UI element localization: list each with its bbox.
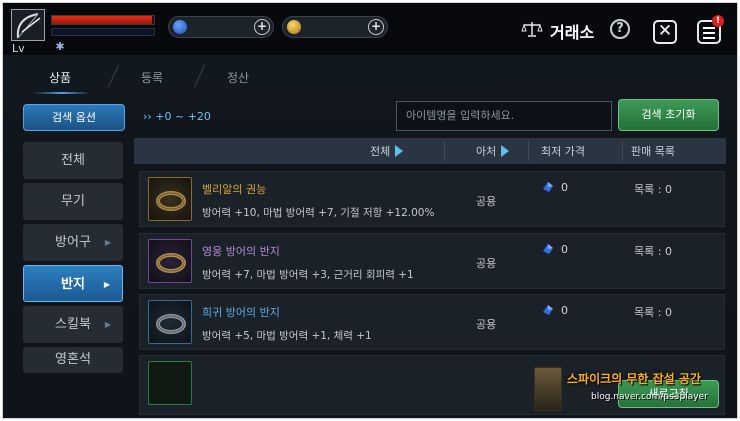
notification-badge: !: [712, 15, 724, 27]
expand-arrow-icon: ▶: [103, 280, 110, 289]
item-stats: 방어력 +7, 마법 방어력 +3, 근거리 회피력 +1: [202, 269, 414, 281]
item-name: 희귀 방어의 반지: [202, 306, 280, 319]
table-row[interactable]: 벨리알의 권능 방어력 +10, 마법 방어력 +7, 기절 저항 +12.00…: [139, 171, 725, 227]
character-portrait[interactable]: [11, 9, 45, 41]
watermark-photo: [534, 367, 562, 411]
close-button[interactable]: ✕: [653, 20, 677, 44]
expand-arrow-icon: ▶: [104, 238, 111, 247]
sort-arrow-icon: [395, 145, 404, 157]
item-slot: [148, 239, 192, 283]
hp-bar: [51, 15, 155, 25]
item-class: 공용: [476, 318, 497, 331]
item-slot: [148, 300, 192, 344]
blog-watermark: 스파이크의 무한 잡설 공간 blog.naver.com/ps3player: [534, 367, 734, 413]
header-divider: [622, 141, 623, 161]
item-search-input[interactable]: 아이템명을 입력하세요.: [396, 101, 612, 131]
category-weapon[interactable]: 무기: [23, 183, 123, 220]
gold-coin-icon: [287, 20, 301, 34]
tab-divider: [107, 65, 120, 87]
level-label: Lv: [12, 42, 25, 55]
category-soulstone[interactable]: 영혼석: [23, 347, 123, 373]
watermark-url: blog.naver.com/ps3player: [591, 392, 708, 402]
sort-arrow-icon: [501, 145, 510, 157]
hp-fill: [52, 16, 152, 24]
bow-icon: [16, 13, 41, 39]
active-tab-indicator: [33, 92, 91, 94]
category-skillbook[interactable]: 스킬북 ▶: [23, 306, 123, 343]
header-class-label: 아처: [476, 145, 497, 158]
header-all-sort[interactable]: 전체: [370, 143, 404, 159]
tab-register[interactable]: 등록: [141, 69, 163, 86]
item-name: 영웅 방어의 반지: [202, 245, 280, 258]
category-label: 반지: [61, 277, 85, 292]
lowest-price: 0: [561, 304, 568, 317]
scale-icon: [521, 22, 543, 37]
tab-settlement[interactable]: 정산: [227, 69, 249, 86]
table-row[interactable]: 희귀 방어의 반지 방어력 +5, 마법 방어력 +1, 체력 +1 공용 0 …: [139, 294, 725, 350]
item-stats: 방어력 +10, 마법 방어력 +7, 기절 저항 +12.00%: [202, 207, 435, 219]
mp-bar: [51, 28, 155, 36]
blue-gem-icon: [543, 182, 553, 192]
category-all[interactable]: 전체: [23, 142, 123, 179]
item-slot: [148, 361, 192, 405]
add-gold-button[interactable]: +: [368, 19, 384, 35]
item-class: 공용: [476, 195, 497, 208]
blue-gem-icon: [543, 244, 553, 254]
category-label: 전체: [61, 153, 85, 168]
ring-icon: [156, 253, 186, 273]
reset-search-button[interactable]: 검색 초기화: [618, 99, 719, 131]
blue-gem-icon: [543, 305, 553, 315]
page-title: 거래소: [550, 23, 595, 42]
tab-divider: [193, 65, 206, 87]
buff-icon[interactable]: ✱: [54, 41, 66, 53]
ring-icon: [156, 314, 186, 334]
app-window: Lv ✱ + + 거래소 ? ✕ ! 상품 등록 정산 검색 옵션 전체 무기 …: [2, 2, 738, 419]
category-label: 영혼석: [55, 352, 91, 367]
item-slot: [148, 177, 192, 221]
lowest-price: 0: [561, 181, 568, 194]
search-options-button[interactable]: 검색 옵션: [23, 104, 125, 131]
listing-count: 목록 : 0: [634, 306, 672, 319]
top-hud: Lv ✱ + + 거래소 ? ✕ !: [3, 3, 737, 55]
item-stats: 방어력 +5, 마법 방어력 +1, 체력 +1: [202, 330, 372, 342]
add-gem-button[interactable]: +: [254, 19, 270, 35]
currency-gem: +: [168, 16, 274, 38]
table-row[interactable]: 영웅 방어의 반지 방어력 +7, 마법 방어력 +3, 근거리 회피력 +1 …: [139, 233, 725, 289]
table-header: 전체 아처 최저 가격 판매 목록: [134, 138, 726, 164]
watermark-title: 스파이크의 무한 잡설 공간: [567, 372, 701, 386]
category-armor[interactable]: 방어구 ▶: [23, 224, 123, 261]
currency-gold: +: [282, 16, 388, 38]
enhancement-range[interactable]: ›› +0 ~ +20: [143, 110, 211, 123]
tab-products[interactable]: 상품: [49, 69, 71, 86]
header-class-sort[interactable]: 아처: [476, 143, 510, 159]
category-ring[interactable]: 반지 ▶: [23, 265, 123, 302]
expand-arrow-icon: ▶: [104, 320, 111, 329]
header-listings: 판매 목록: [631, 145, 675, 158]
listing-count: 목록 : 0: [634, 183, 672, 196]
tab-bar: 상품 등록 정산: [3, 55, 737, 97]
category-label: 무기: [61, 194, 85, 209]
header-divider: [528, 141, 529, 161]
header-all-label: 전체: [370, 145, 391, 158]
category-label: 스킬북: [55, 317, 91, 332]
category-label: 방어구: [55, 235, 91, 250]
listing-count: 목록 : 0: [634, 245, 672, 258]
header-lowest-price: 최저 가격: [541, 145, 585, 158]
item-class: 공용: [476, 257, 497, 270]
header-divider: [444, 141, 445, 161]
ring-icon: [156, 191, 186, 211]
lowest-price: 0: [561, 243, 568, 256]
blue-gem-icon: [173, 20, 187, 34]
help-icon[interactable]: ?: [610, 19, 630, 39]
item-name: 벨리알의 권능: [202, 183, 267, 196]
